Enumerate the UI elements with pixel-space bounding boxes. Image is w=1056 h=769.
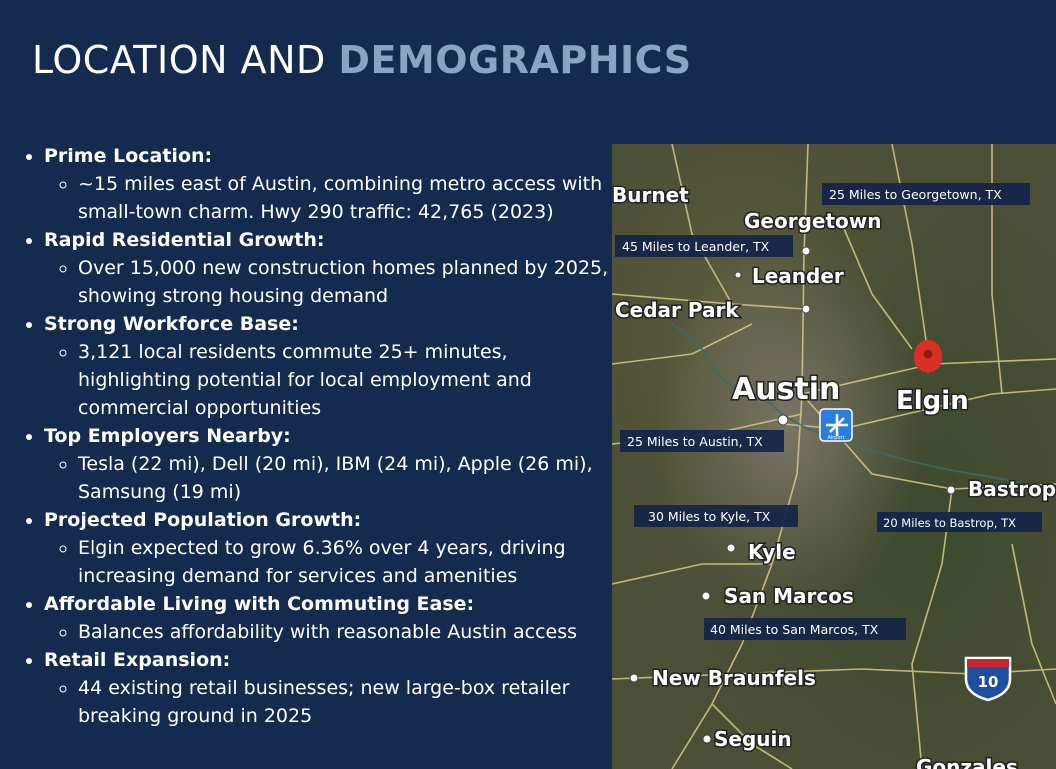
distance-label-bastrop: 20 Miles to Bastrop, TX [877,512,1042,532]
bullet-heading: Retail Expansion: [44,649,231,671]
interstate-10-shield-icon: 10 [964,656,1012,702]
sub-list: 3,121 local residents commute 25+ minute… [44,338,624,422]
bullet-heading: Affordable Living with Commuting Ease: [44,593,475,615]
city-dot [702,734,712,744]
city-label-new-braunfels: New Braunfels [652,666,816,690]
city-dot [701,591,711,601]
bullet-item: Top Employers Nearby: Tesla (22 mi), Del… [44,422,624,506]
city-dot [801,246,811,256]
city-label-georgetown: Georgetown [744,209,881,233]
bullet-heading: Rapid Residential Growth: [44,229,325,251]
city-label-elgin: Elgin [896,386,969,416]
sub-list: Over 15,000 new construction homes plann… [44,254,624,310]
bullet-item: Projected Population Growth: Elgin expec… [44,506,624,590]
distance-text: 25 Miles to Austin, TX [627,434,763,449]
bullet-item: Affordable Living with Commuting Ease: B… [44,590,624,646]
sub-bullet: Over 15,000 new construction homes plann… [78,254,624,310]
airport-label: Airport [827,435,844,441]
city-label-gonzales: Gonzales [916,755,1018,769]
bullet-item: Prime Location: ~15 miles east of Austin… [44,142,624,226]
bullet-item: Strong Workforce Base: 3,121 local resid… [44,310,624,422]
sub-bullet: 44 existing retail businesses; new large… [78,674,624,730]
city-dot [726,543,736,553]
city-label-seguin: Seguin [714,727,792,751]
distance-label-kyle: 30 Miles to Kyle, TX [634,505,798,527]
city-label-austin: Austin [732,372,840,407]
city-label-burnet: Burnet [612,183,689,207]
city-dot [946,485,956,495]
bullet-item: Rapid Residential Growth: Over 15,000 ne… [44,226,624,310]
city-dot [777,414,789,426]
city-label-leander: Leander [752,264,844,288]
page-title: LOCATION AND DEMOGRAPHICS [32,38,692,82]
sub-bullet: ~15 miles east of Austin, combining metr… [78,170,624,226]
interstate-number: 10 [978,673,999,691]
distance-text: 40 Miles to San Marcos, TX [710,622,879,637]
sub-bullet: Balances affordability with reasonable A… [78,618,624,646]
distance-label-georgetown: 25 Miles to Georgetown, TX [822,183,1030,205]
sub-list: 44 existing retail businesses; new large… [44,674,624,730]
city-label-kyle: Kyle [748,540,796,564]
city-label-cedar-park: Cedar Park [615,298,739,322]
distance-text: 20 Miles to Bastrop, TX [883,516,1016,530]
bullet-heading: Strong Workforce Base: [44,313,299,335]
city-dot [734,271,742,279]
bullet-heading: Projected Population Growth: [44,509,362,531]
city-label-bastrop: Bastrop [968,477,1056,501]
city-label-san-marcos: San Marcos [724,584,854,608]
title-part-2: DEMOGRAPHICS [338,38,692,82]
title-part-1: LOCATION AND [32,38,339,82]
airport-icon: Airport [819,408,853,442]
sub-list: Balances affordability with reasonable A… [44,618,624,646]
sub-list: ~15 miles east of Austin, combining metr… [44,170,624,226]
distance-text: 30 Miles to Kyle, TX [648,509,771,524]
sub-bullet: Elgin expected to grow 6.36% over 4 year… [78,534,624,590]
bullet-heading: Top Employers Nearby: [44,425,291,447]
bullet-heading: Prime Location: [44,145,213,167]
city-dot [801,304,811,314]
sub-bullet: Tesla (22 mi), Dell (20 mi), IBM (24 mi)… [78,450,624,506]
city-dot [629,673,639,683]
area-map: Burnet Georgetown Leander Cedar Park Aus… [612,144,1056,769]
distance-text: 45 Miles to Leander, TX [622,239,770,254]
bullet-list: Prime Location: ~15 miles east of Austin… [20,142,624,730]
distance-text: 25 Miles to Georgetown, TX [829,187,1002,202]
sub-list: Elgin expected to grow 6.36% over 4 year… [44,534,624,590]
distance-label-austin: 25 Miles to Austin, TX [620,430,784,452]
sub-bullet: 3,121 local residents commute 25+ minute… [78,338,624,422]
sub-list: Tesla (22 mi), Dell (20 mi), IBM (24 mi)… [44,450,624,506]
bullet-item: Retail Expansion: 44 existing retail bus… [44,646,624,730]
distance-label-leander: 45 Miles to Leander, TX [615,235,793,257]
distance-label-san-marcos: 40 Miles to San Marcos, TX [704,618,906,640]
